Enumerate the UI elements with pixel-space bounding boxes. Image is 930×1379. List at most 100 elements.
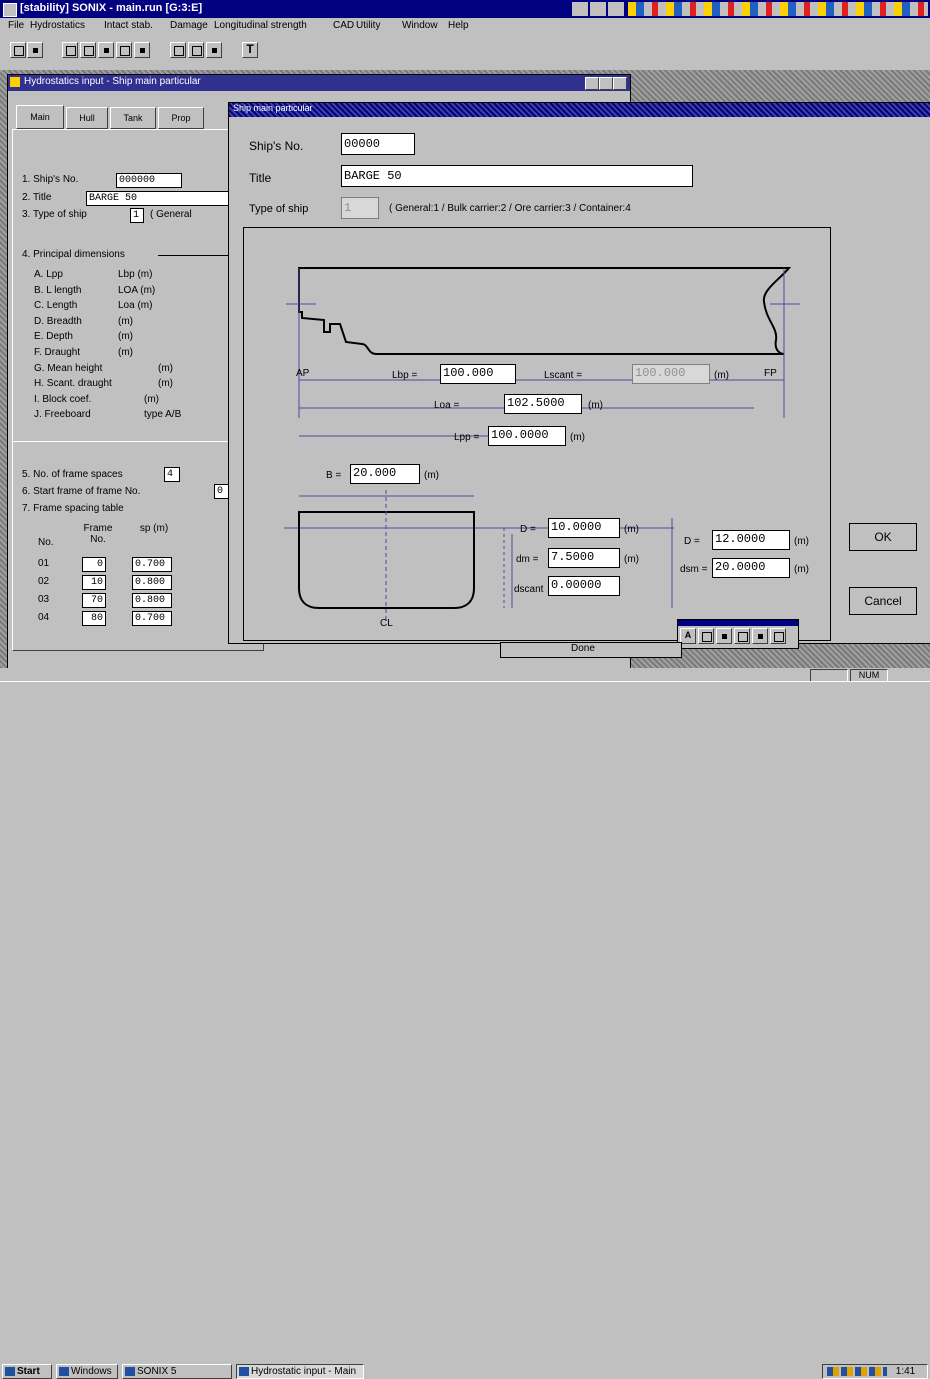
particular-desc: LOA (m) — [118, 284, 156, 296]
depth-input[interactable]: 10.0000 — [548, 518, 620, 538]
draft-label: dm = — [516, 554, 539, 565]
taskbar-item-windows[interactable]: Windows — [56, 1364, 118, 1379]
loa-input[interactable]: 102.5000 — [504, 394, 582, 414]
menu-long-strength[interactable]: Longitudinal strength — [214, 20, 307, 31]
loa-unit: (m) — [588, 400, 603, 411]
breadth-unit: (m) — [424, 470, 439, 481]
particular-row: A. Lpp Lbp (m) — [34, 267, 254, 283]
print-icon[interactable] — [62, 42, 78, 58]
frame-col-frame: Frame No. — [83, 523, 113, 545]
row-frame-input[interactable]: 0 — [82, 557, 106, 572]
dialog-type-input[interactable]: 1 — [341, 197, 379, 219]
row-sp-input[interactable]: 0.700 — [132, 557, 172, 572]
window-max-icon[interactable] — [599, 77, 613, 90]
draft-input[interactable]: 7.5000 — [548, 548, 620, 568]
draft-unit: (m) — [624, 554, 639, 565]
row-frame-input[interactable]: 80 — [82, 611, 106, 626]
dialog-ship-no-input[interactable]: 00000 — [341, 133, 415, 155]
row-frame-input[interactable]: 10 — [82, 575, 106, 590]
system-tray: 1:41 — [822, 1364, 928, 1379]
dialog-title-input[interactable]: BARGE 50 — [341, 165, 693, 187]
lbp-input[interactable]: 100.000 — [440, 364, 516, 384]
frame-count-label: 5. No. of frame spaces — [22, 469, 123, 480]
row-no: 01 — [38, 558, 50, 569]
menu-window[interactable]: Window — [402, 20, 438, 31]
menu-intact-stab[interactable]: Intact stab. — [104, 20, 153, 31]
ship-no-input[interactable]: 000000 — [116, 173, 182, 188]
particular-row: F. Draught (m) — [34, 345, 254, 361]
row-frame-input[interactable]: 70 — [82, 593, 106, 608]
mini-box-icon[interactable] — [734, 628, 750, 644]
window-min-icon[interactable] — [585, 77, 599, 90]
close-icon[interactable] — [608, 2, 624, 16]
table-row: 01 0 0.700 — [38, 557, 188, 575]
grid-icon[interactable] — [98, 42, 114, 58]
mini-font-icon[interactable] — [698, 628, 714, 644]
menu-cad[interactable]: CAD — [333, 20, 354, 31]
save-icon[interactable] — [10, 42, 26, 58]
particular-key: F. Draught — [34, 346, 81, 358]
row-sp-input[interactable]: 0.800 — [132, 575, 172, 590]
calc-icon[interactable] — [170, 42, 186, 58]
taskbar-item-label: SONIX 5 — [137, 1366, 177, 1377]
dscant-input[interactable]: 0.00000 — [548, 576, 620, 596]
frame-start-label: 6. Start frame of frame No. — [22, 486, 141, 497]
graph-icon[interactable] — [206, 42, 222, 58]
window-icon[interactable] — [10, 77, 20, 87]
mini-text-icon[interactable]: A — [680, 628, 696, 644]
menu-help[interactable]: Help — [448, 20, 469, 31]
dsm-input[interactable]: 20.0000 — [712, 558, 790, 578]
app-icon[interactable] — [3, 3, 17, 17]
menu-hydrostatics[interactable]: Hydrostatics — [30, 20, 85, 31]
menu-damage[interactable]: Damage — [170, 20, 208, 31]
lscant-input[interactable]: 100.000 — [632, 364, 710, 384]
tab-hull[interactable]: Hull — [66, 107, 108, 129]
taskbar-item-hydrostatic[interactable]: Hydrostatic input - Main — [236, 1364, 364, 1379]
ok-button[interactable]: OK — [849, 523, 917, 551]
mini-grid-icon[interactable] — [770, 628, 786, 644]
ds-unit: (m) — [794, 536, 809, 547]
maximize-icon[interactable] — [590, 2, 606, 16]
lpp-input[interactable]: 100.0000 — [488, 426, 566, 446]
mini-arrow-icon[interactable] — [752, 628, 768, 644]
open-icon[interactable] — [27, 42, 43, 58]
title-input[interactable]: BARGE 50 — [86, 191, 236, 206]
particular-key: B. L length — [34, 284, 82, 296]
frame-count-input[interactable]: 4 — [164, 467, 180, 482]
diagram-panel: AP FP Lbp = 100.000 Lscant = 100.000 (m)… — [243, 227, 831, 641]
frame-col-no: No. — [38, 537, 54, 548]
text-icon[interactable]: T — [242, 42, 258, 58]
tab-prop[interactable]: Prop — [158, 107, 204, 129]
tab-main[interactable]: Main — [16, 105, 64, 129]
start-button[interactable]: Start — [2, 1364, 52, 1379]
mini-status-text: Done — [571, 643, 595, 654]
row-sp-input[interactable]: 0.800 — [132, 593, 172, 608]
type-input[interactable]: 1 — [130, 208, 144, 223]
table-icon[interactable] — [116, 42, 132, 58]
ds-input[interactable]: 12.0000 — [712, 530, 790, 550]
mini-line-icon[interactable] — [716, 628, 732, 644]
mini-toolbar-caption — [678, 620, 798, 626]
menu-file[interactable]: File — [8, 20, 24, 31]
particular-key: I. Block coef. — [34, 393, 92, 405]
tray-icons — [827, 1366, 887, 1376]
particular-key: H. Scant. draught — [34, 378, 112, 390]
menu-utility[interactable]: Utility — [356, 20, 380, 31]
taskbar-item-sonix[interactable]: SONIX 5 — [122, 1364, 232, 1379]
minimize-icon[interactable] — [572, 2, 588, 16]
tab-tank[interactable]: Tank — [110, 107, 156, 129]
row-sp-input[interactable]: 0.700 — [132, 611, 172, 626]
breadth-input[interactable]: 20.000 — [350, 464, 420, 484]
list-icon[interactable] — [188, 42, 204, 58]
title-label: 2. Title — [22, 192, 52, 203]
cancel-button[interactable]: Cancel — [849, 587, 917, 615]
mdi-bottom-bar: Done — [500, 642, 682, 658]
preview-icon[interactable] — [80, 42, 96, 58]
particular-row: H. Scant. draught (m) — [34, 376, 254, 392]
chart-icon[interactable] — [134, 42, 150, 58]
frame-col-sp: sp (m) — [139, 523, 169, 534]
window-close-icon[interactable] — [613, 77, 627, 90]
table-row: 04 80 0.700 — [38, 611, 188, 629]
taskbar-item-label: Hydrostatic input - Main — [251, 1366, 357, 1377]
dialog-type-hint: ( General:1 / Bulk carrier:2 / Ore carri… — [389, 203, 631, 214]
